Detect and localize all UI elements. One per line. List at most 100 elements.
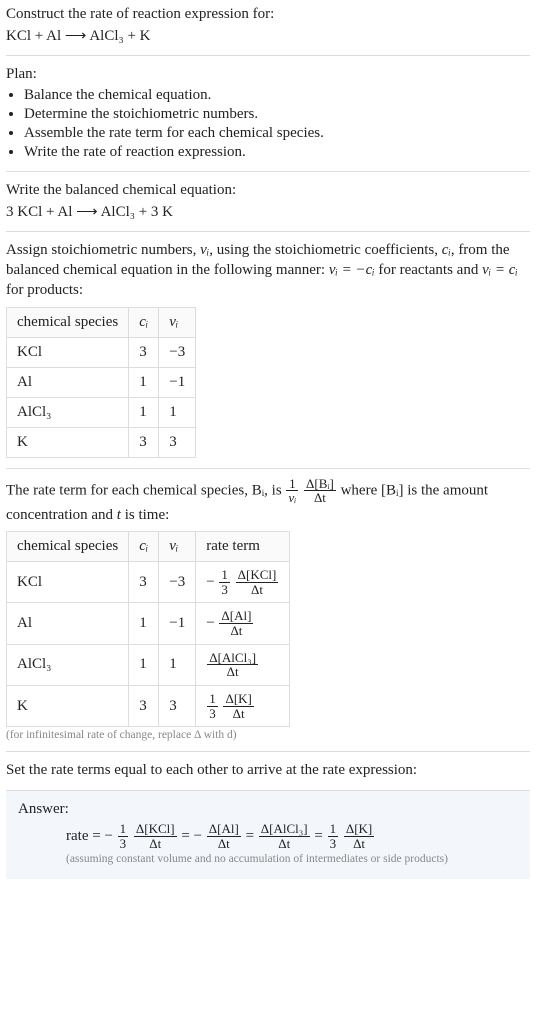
frac-coef: 1 3 — [219, 568, 230, 596]
equals-sign: = — [314, 828, 322, 845]
table-row: K 3 3 — [7, 427, 196, 457]
conc-symbol: [Bᵢ] — [381, 482, 403, 498]
col-ci: cᵢ — [129, 532, 159, 562]
frac-top: 1 — [286, 477, 298, 491]
frac-bot: Δt — [223, 706, 253, 721]
table-row: AlCl₃ 1 1 — [7, 397, 196, 427]
nu-i-symbol: νᵢ — [200, 242, 209, 258]
stoich-section: Assign stoichiometric numbers, νᵢ, using… — [6, 231, 530, 458]
answer-expression: rate = − 1 3 Δ[KCl] Δt = − Δ[Al] Δt = Δ[… — [18, 822, 518, 850]
stoich-intro: Assign stoichiometric numbers, νᵢ, using… — [6, 240, 530, 301]
minus-sign: − — [104, 828, 112, 845]
frac-top: Δ[Bᵢ] — [304, 477, 336, 491]
cell-rateterm: 1 3 Δ[K] Δt — [196, 685, 290, 726]
frac-bot: 3 — [219, 582, 230, 597]
rateterm-section: The rate term for each chemical species,… — [6, 468, 530, 742]
frac-top: 1 — [219, 568, 230, 582]
frac-bot: Δt — [207, 664, 258, 679]
plan-item: Write the rate of reaction expression. — [24, 144, 530, 161]
text: The rate term for each chemical species, — [6, 482, 252, 498]
text: , is — [264, 482, 285, 498]
frac-dconc-dt: Δ[AlCl₃] Δt — [207, 651, 258, 679]
cell-nui: −1 — [159, 367, 196, 397]
frac-coef: 1 3 — [207, 692, 218, 720]
text: for products: — [6, 282, 83, 298]
plan-item: Assemble the rate term for each chemical… — [24, 125, 530, 142]
table-row: Al 1 −1 — [7, 367, 196, 397]
text: where — [341, 482, 381, 498]
cell-ci: 1 — [129, 367, 159, 397]
table-row: KCl 3 −3 − 1 3 Δ[KCl] Δt — [7, 562, 290, 603]
final-section: Set the rate terms equal to each other t… — [6, 751, 530, 780]
frac-coef: 1 3 — [118, 822, 129, 850]
answer-subnote: (assuming constant volume and no accumul… — [18, 853, 518, 865]
plan-list: Balance the chemical equation. Determine… — [24, 87, 530, 161]
cell-rateterm: Δ[AlCl₃] Δt — [196, 644, 290, 685]
frac-dconc-dt: Δ[K] Δt — [344, 822, 374, 850]
frac-bot: Δt — [236, 582, 279, 597]
frac-bot: Δt — [219, 623, 253, 638]
plan-heading: Plan: — [6, 64, 530, 84]
frac-bot: 3 — [328, 836, 339, 851]
frac-bot: 3 — [118, 836, 129, 851]
cell-nui: 1 — [159, 397, 196, 427]
col-rateterm: rate term — [196, 532, 290, 562]
cell-species: K — [7, 685, 129, 726]
text: for reactants and — [375, 262, 482, 278]
answer-label: Answer: — [18, 801, 518, 818]
plan-item: Balance the chemical equation. — [24, 87, 530, 104]
frac-top: Δ[KCl] — [236, 568, 279, 582]
text: is time: — [121, 507, 169, 523]
frac-bot: Δt — [344, 836, 374, 851]
frac-dconc-dt: Δ[Al] Δt — [207, 822, 241, 850]
rateterm-table: chemical species cᵢ νᵢ rate term KCl 3 −… — [6, 531, 290, 727]
cell-species: KCl — [7, 337, 129, 367]
text: Assign stoichiometric numbers, — [6, 242, 200, 258]
frac-top: 1 — [118, 822, 129, 836]
rate-lhs: rate = — [66, 828, 101, 845]
cell-species: AlCl₃ — [7, 397, 129, 427]
cell-ci: 1 — [129, 603, 159, 644]
frac-bot: Δt — [304, 490, 336, 505]
frac-dconc-dt: Δ[KCl] Δt — [134, 822, 177, 850]
page: Construct the rate of reaction expressio… — [0, 0, 536, 891]
unbalanced-equation: KCl + Al ⟶ AlCl₃ + K — [6, 26, 530, 45]
cell-ci: 1 — [129, 397, 159, 427]
frac-dBi-dt: Δ[Bᵢ] Δt — [304, 477, 336, 505]
cell-ci: 1 — [129, 644, 159, 685]
plan-section: Plan: Balance the chemical equation. Det… — [6, 55, 530, 160]
cell-nui: −3 — [159, 337, 196, 367]
minus-sign: − — [206, 615, 214, 632]
cell-nui: 3 — [159, 427, 196, 457]
cell-nui: −1 — [159, 603, 196, 644]
cell-ci: 3 — [129, 427, 159, 457]
plan-item: Determine the stoichiometric numbers. — [24, 106, 530, 123]
text: , using the stoichiometric coefficients, — [209, 242, 442, 258]
Bi-symbol: Bᵢ — [252, 482, 264, 498]
frac-bot: νᵢ — [286, 490, 298, 505]
answer-box: Answer: rate = − 1 3 Δ[KCl] Δt = − Δ[Al]… — [6, 790, 530, 878]
equals-sign: = — [181, 828, 189, 845]
minus-sign: − — [194, 828, 202, 845]
col-species: chemical species — [7, 307, 129, 337]
frac-dconc-dt: Δ[Al] Δt — [219, 609, 253, 637]
frac-top: Δ[Al] — [219, 609, 253, 623]
frac-coef: 1 3 — [328, 822, 339, 850]
stoich-table: chemical species cᵢ νᵢ KCl 3 −3 Al 1 −1 … — [6, 307, 196, 458]
equals-sign: = — [246, 828, 254, 845]
cell-ci: 3 — [129, 337, 159, 367]
frac-top: Δ[K] — [223, 692, 253, 706]
frac-dconc-dt: Δ[KCl] Δt — [236, 568, 279, 596]
frac-top: 1 — [328, 822, 339, 836]
frac-top: Δ[AlCl₃] — [207, 651, 258, 665]
frac-top: Δ[AlCl₃] — [259, 822, 310, 836]
prompt-section: Construct the rate of reaction expressio… — [6, 4, 530, 45]
table-row: Al 1 −1 − Δ[Al] Δt — [7, 603, 290, 644]
table-header-row: chemical species cᵢ νᵢ — [7, 307, 196, 337]
rule-products: νᵢ = cᵢ — [482, 262, 518, 278]
frac-bot: 3 — [207, 706, 218, 721]
table-row: KCl 3 −3 — [7, 337, 196, 367]
frac-top: Δ[K] — [344, 822, 374, 836]
frac-one-over-nu: 1 νᵢ — [286, 477, 298, 505]
cell-rateterm: − Δ[Al] Δt — [196, 603, 290, 644]
